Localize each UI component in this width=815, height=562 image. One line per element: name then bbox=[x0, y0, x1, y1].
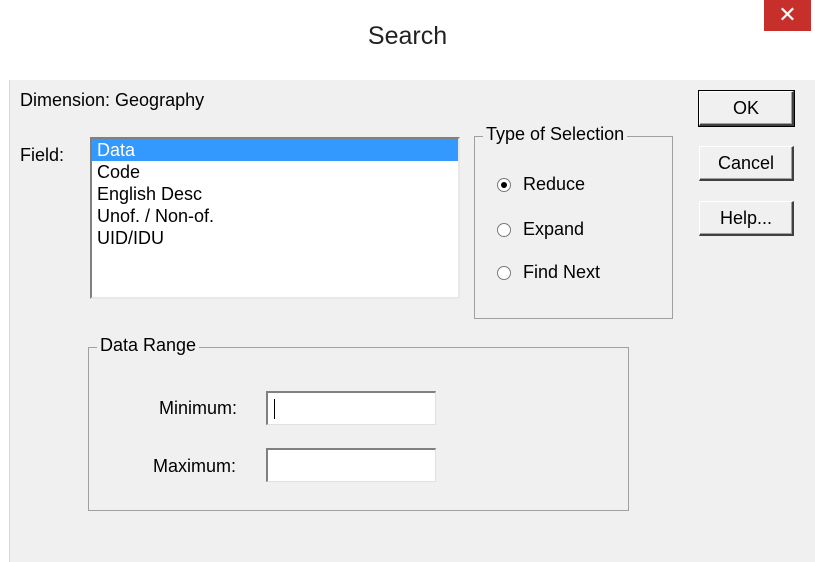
type-of-selection-group: Type of Selection Reduce Expand Find Nex… bbox=[474, 124, 673, 319]
radio-button-icon bbox=[497, 222, 511, 237]
dialog-body: Dimension: Geography Field: Data Code En… bbox=[9, 80, 815, 562]
list-item[interactable]: English Desc bbox=[92, 183, 458, 205]
minimum-input[interactable] bbox=[266, 391, 436, 425]
field-label: Field: bbox=[20, 145, 65, 165]
list-item[interactable]: Data bbox=[92, 139, 458, 161]
radio-find-next[interactable]: Find Next bbox=[497, 262, 600, 283]
help-button[interactable]: Help... bbox=[699, 201, 794, 236]
maximum-label: Maximum: bbox=[153, 456, 237, 476]
radio-expand-label: Expand bbox=[523, 219, 585, 239]
close-button[interactable]: ✕ bbox=[764, 0, 811, 31]
data-range-group: Data Range Minimum: Maximum: bbox=[88, 335, 629, 511]
text-caret bbox=[274, 399, 275, 420]
list-item[interactable]: Code bbox=[92, 161, 458, 183]
list-item[interactable]: UID/IDU bbox=[92, 227, 458, 249]
radio-find-next-label: Find Next bbox=[523, 262, 601, 282]
title-bar: Search ✕ bbox=[0, 0, 815, 80]
radio-expand[interactable]: Expand bbox=[497, 219, 584, 240]
data-range-title: Data Range bbox=[97, 335, 200, 356]
radio-reduce[interactable]: Reduce bbox=[497, 174, 585, 195]
window-title: Search bbox=[367, 22, 448, 50]
ok-button[interactable]: OK bbox=[698, 90, 795, 127]
minimum-label: Minimum: bbox=[159, 398, 238, 418]
close-icon: ✕ bbox=[778, 2, 797, 27]
list-item[interactable]: Unof. / Non-of. bbox=[92, 205, 458, 227]
dimension-label: Dimension: Geography bbox=[20, 90, 205, 110]
radio-button-icon bbox=[497, 265, 511, 280]
field-listbox[interactable]: Data Code English Desc Unof. / Non-of. U… bbox=[90, 137, 460, 299]
radio-reduce-label: Reduce bbox=[523, 174, 586, 194]
radio-button-icon bbox=[497, 177, 511, 192]
cancel-button[interactable]: Cancel bbox=[699, 146, 794, 181]
type-of-selection-title: Type of Selection bbox=[483, 124, 628, 145]
maximum-input[interactable] bbox=[266, 448, 436, 482]
